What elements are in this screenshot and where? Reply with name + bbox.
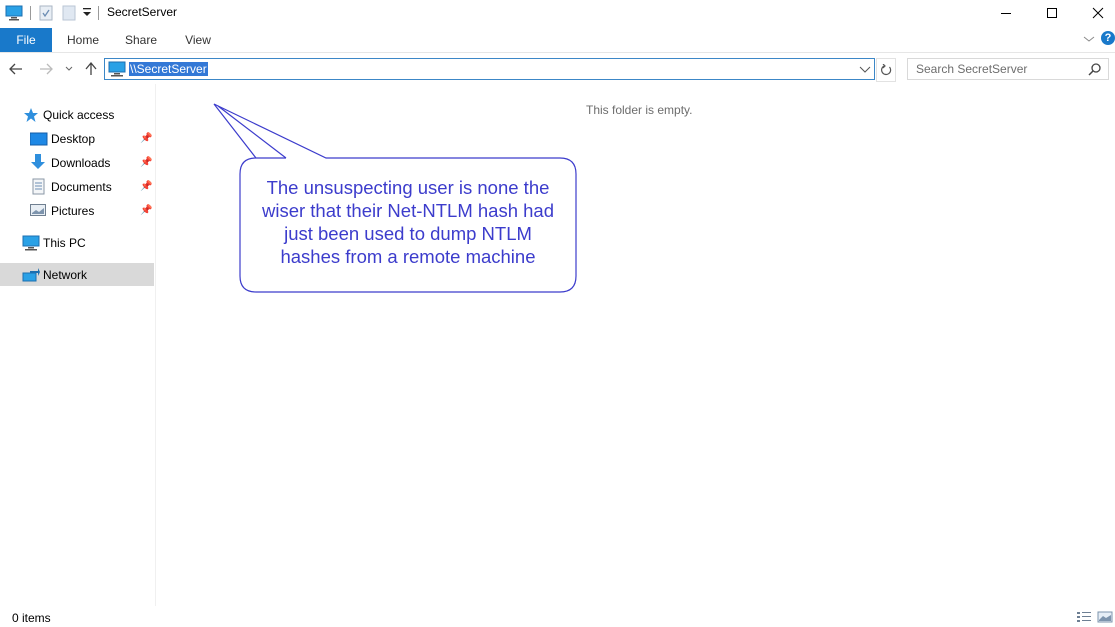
callout-line: hashes from a remote machine: [280, 246, 536, 267]
sidebar-item-documents[interactable]: Documents 📌: [0, 175, 154, 198]
callout-bubble: [213, 103, 577, 293]
computer-icon: [22, 235, 40, 251]
desktop-icon: [29, 131, 48, 147]
tab-view[interactable]: View: [175, 28, 221, 52]
pane-divider[interactable]: [155, 84, 156, 606]
navigation-bar: \\SecretServer Search SecretServer: [0, 56, 1115, 82]
refresh-button[interactable]: [876, 58, 896, 82]
ribbon-tabs: File Home Share View ?: [0, 28, 1115, 53]
chevron-down-icon: [65, 66, 73, 71]
sidebar-item-network[interactable]: Network: [0, 263, 154, 286]
computer-icon: [108, 61, 126, 80]
downloads-icon: [30, 154, 46, 170]
refresh-icon: [881, 64, 892, 76]
large-icons-view-icon[interactable]: [1097, 610, 1113, 624]
chevron-down-icon[interactable]: [1083, 33, 1095, 47]
sidebar-item-label: This PC: [43, 235, 86, 250]
callout-line: just been used to dump NTLM: [284, 223, 532, 244]
documents-icon: [32, 178, 48, 195]
close-icon: [1092, 7, 1104, 19]
pin-icon: 📌: [140, 133, 153, 144]
sidebar-item-label: Documents: [51, 179, 112, 194]
sidebar-item-downloads[interactable]: Downloads 📌: [0, 151, 154, 174]
new-folder-icon[interactable]: [62, 5, 76, 24]
computer-icon: [5, 5, 23, 24]
address-text[interactable]: \\SecretServer: [129, 62, 208, 76]
search-input[interactable]: Search SecretServer: [916, 62, 1027, 76]
details-view-icon[interactable]: [1076, 610, 1092, 624]
sidebar-item-label: Desktop: [51, 131, 96, 146]
search-icon[interactable]: [1088, 62, 1102, 79]
sidebar-item-label: Pictures: [51, 203, 95, 218]
sidebar-item-this-pc[interactable]: This PC: [0, 231, 154, 254]
qat-separator: [30, 6, 31, 20]
sidebar-item-label: Downloads: [51, 155, 111, 170]
status-item-count: 0 items: [12, 611, 51, 625]
title-bar: SecretServer: [0, 0, 1115, 26]
pin-icon: 📌: [140, 157, 153, 168]
help-icon[interactable]: ?: [1101, 31, 1115, 45]
navigation-pane: Quick access Desktop 📌 Downloads 📌 Docum…: [0, 100, 155, 590]
pin-icon: 📌: [140, 205, 153, 216]
back-arrow-icon: [9, 63, 22, 75]
search-box[interactable]: Search SecretServer: [907, 58, 1109, 80]
qat-separator: [98, 6, 99, 20]
forward-button[interactable]: [36, 56, 56, 82]
customize-dropdown-icon[interactable]: [82, 7, 92, 22]
address-bar[interactable]: \\SecretServer: [104, 58, 875, 80]
up-button[interactable]: [82, 56, 100, 82]
pictures-icon: [30, 204, 46, 220]
maximize-button[interactable]: [1029, 0, 1075, 26]
callout-line: wiser that their Net-NTLM hash had: [261, 200, 554, 221]
tab-file[interactable]: File: [0, 28, 52, 52]
pin-icon: 📌: [140, 181, 153, 192]
sidebar-item-quick-access[interactable]: Quick access: [0, 103, 154, 126]
sidebar-item-label: Network: [43, 267, 88, 282]
network-icon: [22, 267, 40, 283]
address-dropdown-icon[interactable]: [859, 64, 871, 78]
recent-locations-button[interactable]: [63, 56, 75, 82]
window-title: SecretServer: [107, 5, 178, 19]
sidebar-item-label: Quick access: [43, 107, 115, 122]
minimize-icon: [1001, 13, 1011, 14]
up-arrow-icon: [85, 62, 97, 75]
callout-text: The unsuspecting user is none the wiser …: [242, 176, 574, 268]
maximize-icon: [1047, 8, 1057, 18]
sidebar-item-pictures[interactable]: Pictures 📌: [0, 199, 154, 222]
properties-icon[interactable]: [39, 5, 53, 24]
close-button[interactable]: [1075, 0, 1115, 26]
star-icon: [23, 107, 39, 123]
tab-share[interactable]: Share: [118, 28, 164, 52]
back-button[interactable]: [6, 56, 26, 82]
forward-arrow-icon: [40, 63, 53, 75]
minimize-button[interactable]: [983, 0, 1029, 26]
sidebar-item-desktop[interactable]: Desktop 📌: [0, 127, 154, 150]
callout-line: The unsuspecting user is none the: [266, 177, 550, 198]
tab-home[interactable]: Home: [60, 28, 106, 52]
empty-folder-message: This folder is empty.: [586, 103, 693, 117]
